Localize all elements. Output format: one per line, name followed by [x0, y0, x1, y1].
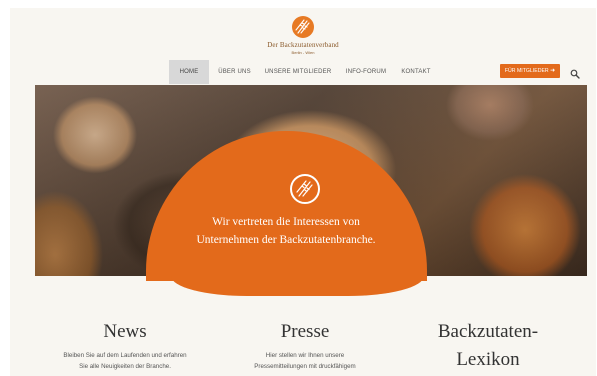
nav-item-info-forum[interactable]: INFO-FORUM: [342, 60, 390, 84]
news-description: Bleiben Sie auf dem Laufenden und erfahr…: [40, 350, 210, 372]
page: Der Backzutatenverband Berlin - Wien HOM…: [10, 8, 596, 376]
brand-name: Der Backzutatenverband: [267, 41, 339, 49]
presse-column: Presse Hier stellen wir Ihnen unsere Pre…: [220, 320, 390, 372]
news-description-line2: Sie alle Neuigkeiten der Branche.: [79, 363, 171, 370]
lexikon-column: Backzutaten- Lexikon: [403, 320, 573, 372]
lexikon-title-line1[interactable]: Backzutaten-: [403, 320, 573, 344]
nav-item-kontakt[interactable]: KONTAKT: [398, 60, 434, 84]
lexikon-title-line2[interactable]: Lexikon: [403, 348, 573, 372]
presse-description-line1: Hier stellen wir Ihnen unsere: [265, 352, 345, 359]
search-icon[interactable]: [570, 66, 580, 79]
hero-tagline-line2: Unternehmen der Backzutatenbranche.: [196, 234, 376, 246]
hero-tagline: Wir vertreten die Interessen von Unterne…: [170, 213, 402, 249]
presse-description-line2: Pressemitteilungen mit druckfähigem: [254, 363, 356, 370]
hero-dome-base: [171, 276, 424, 296]
window-top-edge: [0, 0, 597, 8]
wheat-logo-icon: [292, 16, 314, 38]
members-button-label: FÜR MITGLIEDER: [504, 68, 549, 74]
news-title[interactable]: News: [40, 320, 210, 344]
nav-item-unsere-mitglieder[interactable]: UNSERE MITGLIEDER: [262, 60, 334, 84]
presse-title[interactable]: Presse: [220, 320, 390, 344]
wheat-icon: [290, 174, 320, 204]
nav-item-home[interactable]: HOME: [169, 60, 209, 84]
brand-subtitle: Berlin - Wien: [291, 50, 315, 55]
news-column: News Bleiben Sie auf dem Laufenden und e…: [40, 320, 210, 372]
sign-in-icon: ➜: [550, 68, 556, 74]
hero-tagline-line1: Wir vertreten die Interessen von: [212, 216, 360, 228]
members-login-button[interactable]: FÜR MITGLIEDER ➜: [500, 64, 560, 78]
news-description-line1: Bleiben Sie auf dem Laufenden und erfahr…: [63, 352, 187, 359]
nav-item-ueber-uns[interactable]: ÜBER UNS: [213, 60, 256, 84]
site-logo[interactable]: Der Backzutatenverband Berlin - Wien: [258, 16, 348, 64]
presse-description: Hier stellen wir Ihnen unsere Pressemitt…: [220, 350, 390, 372]
